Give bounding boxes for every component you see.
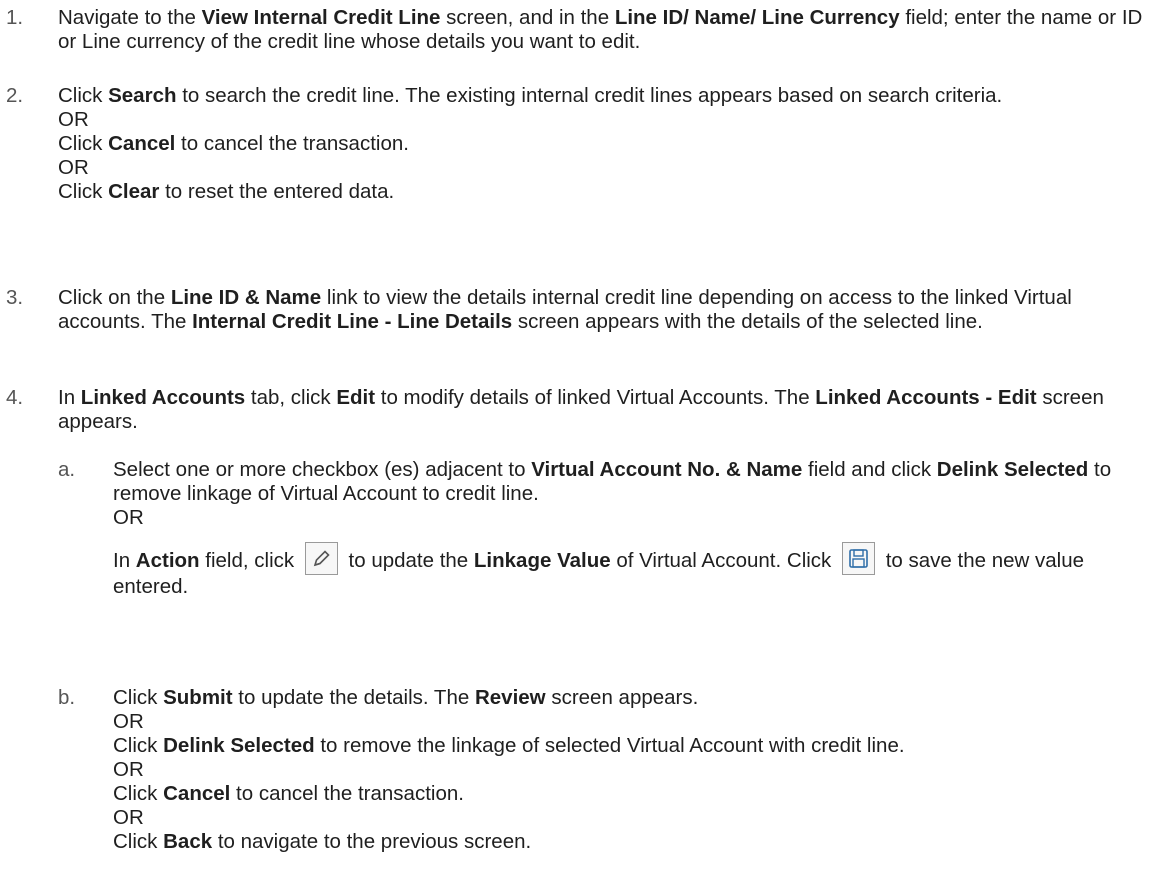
link-name: Line ID & Name <box>170 286 322 309</box>
button-name: Back <box>163 830 213 853</box>
or-separator: OR <box>113 710 144 733</box>
floppy-save-icon <box>842 542 876 575</box>
step-text: In Linked Accounts tab, click Edit to mo… <box>58 386 1104 433</box>
screen-name: Internal Credit Line - Line Details <box>192 310 513 333</box>
or-separator: OR <box>113 806 144 829</box>
screen-name: View Internal Credit Line <box>201 6 441 29</box>
step-number: 1. <box>6 6 24 29</box>
screen-name: Linked Accounts - Edit <box>815 386 1037 409</box>
button-name: Cancel <box>163 782 231 805</box>
document-page: 1. Navigate to the View Internal Credit … <box>0 0 1166 876</box>
step-number: 4. <box>6 386 24 409</box>
step-number: 3. <box>6 286 24 309</box>
step-text: Click Search to search the credit line. … <box>58 84 1162 204</box>
step-text: Navigate to the View Internal Credit Lin… <box>58 6 1143 53</box>
field-name: Linkage Value <box>473 549 611 572</box>
button-name: Delink Selected <box>163 734 315 757</box>
substep-text: Click Submit to update the details. The … <box>113 686 1163 854</box>
field-name: Action <box>135 549 200 572</box>
or-separator: OR <box>58 108 89 131</box>
field-name: Line ID/ Name/ Line Currency <box>614 6 900 29</box>
screen-name: Review <box>474 686 546 709</box>
or-separator: OR <box>113 758 144 781</box>
button-name: Edit <box>336 386 376 409</box>
step-text: Click on the Line ID & Name link to view… <box>58 286 1072 333</box>
substep-letter: a. <box>58 458 76 481</box>
or-separator: OR <box>58 156 89 179</box>
button-name: Submit <box>163 686 233 709</box>
substep-text: Select one or more checkbox (es) adjacen… <box>113 458 1163 599</box>
tab-name: Linked Accounts <box>80 386 246 409</box>
substep-letter: b. <box>58 686 76 709</box>
field-name: Virtual Account No. & Name <box>531 458 803 481</box>
button-name: Clear <box>108 180 160 203</box>
or-separator: OR <box>113 506 144 529</box>
button-name: Delink Selected <box>936 458 1089 481</box>
pencil-edit-icon <box>304 542 338 575</box>
button-name: Cancel <box>108 132 176 155</box>
step-number: 2. <box>6 84 24 107</box>
button-name: Search <box>108 84 177 107</box>
